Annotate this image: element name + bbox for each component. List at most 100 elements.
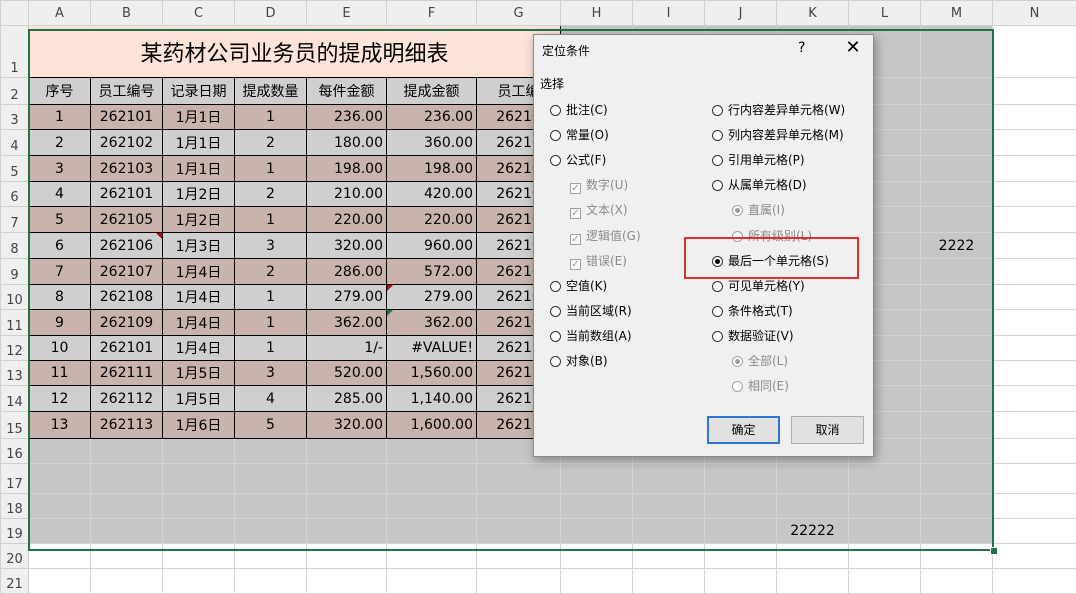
table-cell[interactable]: 279.00 — [307, 285, 387, 310]
table-cell[interactable]: 198.00 — [307, 156, 387, 182]
cell[interactable] — [307, 439, 387, 464]
cell[interactable] — [477, 519, 561, 544]
table-cell[interactable]: 362.00 — [307, 310, 387, 336]
checkbox-icon[interactable]: ✓ — [570, 208, 581, 219]
table-cell[interactable]: 8 — [29, 285, 91, 310]
radio-icon[interactable] — [550, 130, 561, 141]
cell[interactable] — [993, 336, 1076, 361]
cell[interactable] — [993, 78, 1076, 105]
table-cell[interactable]: 262101 — [91, 105, 163, 130]
cell-m8[interactable]: 2222 — [921, 233, 993, 259]
radio-icon[interactable] — [712, 306, 723, 317]
column-title[interactable]: 提成数量 — [235, 78, 307, 105]
select-all-corner[interactable] — [1, 1, 29, 26]
table-cell[interactable]: 9 — [29, 310, 91, 336]
table-cell[interactable]: 1,140.00 — [387, 386, 477, 412]
table-cell[interactable]: #VALUE! — [387, 336, 477, 361]
row-header[interactable]: 2 — [1, 78, 29, 105]
table-cell[interactable]: 11 — [29, 361, 91, 386]
table-cell[interactable]: 1月1日 — [163, 105, 235, 130]
row-header[interactable]: 1 — [1, 26, 29, 78]
cell[interactable] — [921, 519, 993, 544]
cell[interactable] — [921, 336, 993, 361]
radio-icon[interactable] — [712, 331, 723, 342]
column-header-g[interactable]: G — [477, 1, 561, 26]
cell[interactable] — [705, 569, 777, 594]
cell[interactable] — [163, 439, 235, 464]
table-cell[interactable]: 5 — [29, 207, 91, 233]
option-right-8[interactable]: 条件格式(T) — [712, 302, 793, 320]
cell[interactable] — [561, 569, 633, 594]
cell[interactable] — [91, 519, 163, 544]
table-cell[interactable]: 6 — [29, 233, 91, 259]
cell[interactable] — [29, 544, 91, 569]
cell[interactable] — [477, 544, 561, 569]
cell[interactable] — [477, 464, 561, 494]
table-cell[interactable]: 2 — [235, 259, 307, 285]
table-cell[interactable]: 4 — [235, 386, 307, 412]
table-cell[interactable]: 1 — [235, 156, 307, 182]
cell[interactable] — [91, 569, 163, 594]
table-cell[interactable]: 1月4日 — [163, 310, 235, 336]
row-header[interactable]: 4 — [1, 130, 29, 156]
cell[interactable] — [921, 285, 993, 310]
cell[interactable] — [921, 26, 993, 78]
cell[interactable] — [235, 439, 307, 464]
cell[interactable] — [849, 569, 921, 594]
radio-icon[interactable] — [550, 331, 561, 342]
cell[interactable] — [849, 464, 921, 494]
table-cell[interactable]: 262108 — [91, 285, 163, 310]
row-header[interactable]: 3 — [1, 105, 29, 130]
option-right-10[interactable]: 全部(L) — [732, 352, 788, 370]
cell[interactable] — [993, 494, 1076, 519]
cancel-button[interactable]: 取消 — [791, 416, 864, 444]
option-left-2[interactable]: 公式(F) — [550, 151, 606, 169]
option-left-5[interactable]: ✓逻辑值(G) — [570, 227, 641, 245]
table-cell[interactable]: 262109 — [91, 310, 163, 336]
cell[interactable] — [29, 519, 91, 544]
column-title[interactable]: 提成金额 — [387, 78, 477, 105]
cell[interactable] — [633, 464, 705, 494]
table-cell[interactable]: 262105 — [91, 207, 163, 233]
close-icon[interactable]: ✕ — [840, 37, 866, 59]
table-cell[interactable]: 3 — [235, 233, 307, 259]
table-cell[interactable]: 262101 — [91, 182, 163, 207]
row-header[interactable]: 11 — [1, 310, 29, 336]
row-header[interactable]: 17 — [1, 464, 29, 494]
table-cell[interactable]: 262111 — [91, 361, 163, 386]
option-right-0[interactable]: 行内容差异单元格(W) — [712, 101, 845, 119]
sheet-title[interactable]: 某药材公司业务员的提成明细表 — [29, 26, 561, 78]
cell[interactable] — [993, 259, 1076, 285]
cell[interactable] — [235, 569, 307, 594]
cell[interactable] — [387, 569, 477, 594]
table-cell[interactable]: 262103 — [91, 156, 163, 182]
cell[interactable] — [777, 464, 849, 494]
option-left-0[interactable]: 批注(C) — [550, 101, 608, 119]
table-cell[interactable]: 10 — [29, 336, 91, 361]
column-header-e[interactable]: E — [307, 1, 387, 26]
column-title[interactable]: 序号 — [29, 78, 91, 105]
radio-icon[interactable] — [550, 281, 561, 292]
cell[interactable] — [561, 494, 633, 519]
table-cell[interactable]: 1/- — [307, 336, 387, 361]
row-header[interactable]: 16 — [1, 439, 29, 464]
option-right-2[interactable]: 引用单元格(P) — [712, 151, 805, 169]
cell[interactable] — [921, 412, 993, 439]
table-cell[interactable]: 572.00 — [387, 259, 477, 285]
cell[interactable] — [921, 78, 993, 105]
cell[interactable] — [849, 519, 921, 544]
column-header-m[interactable]: M — [921, 1, 993, 26]
column-title[interactable]: 记录日期 — [163, 78, 235, 105]
cell[interactable] — [91, 494, 163, 519]
option-right-1[interactable]: 列内容差异单元格(M) — [712, 126, 844, 144]
cell[interactable] — [993, 439, 1076, 464]
table-cell[interactable]: 360.00 — [387, 130, 477, 156]
table-cell[interactable]: 1,600.00 — [387, 412, 477, 439]
cell[interactable] — [633, 544, 705, 569]
cell-k19[interactable]: 22222 — [777, 519, 849, 544]
table-cell[interactable]: 1 — [235, 105, 307, 130]
cell[interactable] — [993, 569, 1076, 594]
cell[interactable] — [633, 569, 705, 594]
row-header[interactable]: 15 — [1, 412, 29, 439]
table-cell[interactable]: 420.00 — [387, 182, 477, 207]
